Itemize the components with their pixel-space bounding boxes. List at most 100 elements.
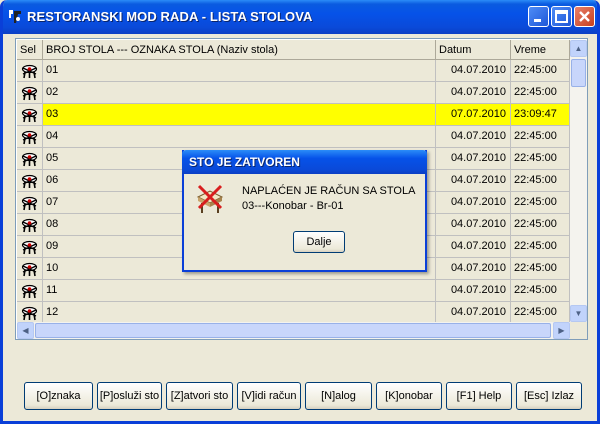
- zatvori-sto-button[interactable]: [Z]atvori sto: [166, 382, 233, 410]
- row-select-cell[interactable]: [17, 126, 43, 148]
- time-cell: 22:45:00: [511, 148, 570, 170]
- table-name-cell: 02: [43, 82, 436, 104]
- row-select-cell[interactable]: [17, 82, 43, 104]
- table-setting-icon: [21, 152, 38, 167]
- table-setting-icon: [21, 196, 38, 211]
- table-name-cell: 03: [43, 104, 436, 126]
- time-cell: 22:45:00: [511, 126, 570, 148]
- date-cell: 04.07.2010: [436, 280, 511, 302]
- table-setting-icon: [21, 284, 38, 299]
- dialog-message-line1: NAPLAĆEN JE RAČUN SA STOLA: [242, 185, 416, 197]
- table-setting-icon: [21, 262, 38, 277]
- time-cell: 22:45:00: [511, 214, 570, 236]
- table-row[interactable]: 03 07.07.2010 23:09:47: [17, 104, 570, 126]
- date-cell: 04.07.2010: [436, 258, 511, 280]
- vidi-racun-button[interactable]: [V]idi račun: [237, 382, 301, 410]
- close-icon: [579, 11, 590, 22]
- table-row[interactable]: 01 04.07.2010 22:45:00: [17, 60, 570, 82]
- table-setting-icon: [21, 108, 38, 123]
- row-select-cell[interactable]: [17, 170, 43, 192]
- dialog-message-line2: 03---Konobar - Br-01: [242, 200, 344, 212]
- row-select-cell[interactable]: [17, 236, 43, 258]
- time-cell: 22:45:00: [511, 302, 570, 324]
- row-select-cell[interactable]: [17, 258, 43, 280]
- table-setting-icon: [21, 174, 38, 189]
- time-cell: 22:45:00: [511, 280, 570, 302]
- closed-table-icon: [196, 184, 224, 213]
- table-name-cell: 01: [43, 60, 436, 82]
- minimize-button[interactable]: [528, 6, 549, 27]
- row-select-cell[interactable]: [17, 280, 43, 302]
- help-button[interactable]: [F1] Help: [446, 382, 512, 410]
- close-button[interactable]: [574, 6, 595, 27]
- main-window: RESTORANSKI MOD RADA - LISTA STOLOVA Sel…: [0, 0, 600, 424]
- date-cell: 04.07.2010: [436, 214, 511, 236]
- scroll-right-button[interactable]: ▶: [553, 322, 570, 339]
- row-select-cell[interactable]: [17, 214, 43, 236]
- scroll-left-button[interactable]: ◀: [17, 322, 34, 339]
- horizontal-scrollbar[interactable]: ◀ ▶: [17, 322, 570, 339]
- window-title: RESTORANSKI MOD RADA - LISTA STOLOVA: [27, 9, 313, 24]
- time-cell: 22:45:00: [511, 258, 570, 280]
- vertical-scrollbar[interactable]: ▲ ▼: [570, 40, 587, 322]
- maximize-button[interactable]: [551, 6, 572, 27]
- izlaz-button[interactable]: [Esc] Izlaz: [516, 382, 582, 410]
- time-cell: 22:45:00: [511, 236, 570, 258]
- row-select-cell[interactable]: [17, 60, 43, 82]
- table-setting-icon: [21, 64, 38, 79]
- arrow-up-icon: ▲: [574, 44, 583, 53]
- table-row[interactable]: 04 04.07.2010 22:45:00: [17, 126, 570, 148]
- row-select-cell[interactable]: [17, 148, 43, 170]
- horizontal-scroll-thumb[interactable]: [35, 323, 551, 338]
- column-header-time[interactable]: Vreme: [511, 40, 570, 60]
- minimize-icon: [534, 19, 541, 22]
- date-cell: 07.07.2010: [436, 104, 511, 126]
- table-closed-dialog: STO JE ZATVOREN NAPLAĆEN JE RAČUN SA STO…: [182, 150, 427, 272]
- table-setting-icon: [21, 218, 38, 233]
- table-row[interactable]: 12 04.07.2010 22:45:00: [17, 302, 570, 324]
- date-cell: 04.07.2010: [436, 126, 511, 148]
- table-name-cell: 11: [43, 280, 436, 302]
- date-cell: 04.07.2010: [436, 148, 511, 170]
- arrow-left-icon: ◀: [22, 326, 29, 335]
- row-select-cell[interactable]: [17, 192, 43, 214]
- maximize-icon: [555, 10, 568, 23]
- column-header-date[interactable]: Datum: [436, 40, 511, 60]
- date-cell: 04.07.2010: [436, 302, 511, 324]
- nalog-button[interactable]: [N]alog: [305, 382, 372, 410]
- oznaka-button[interactable]: [O]znaka: [24, 382, 93, 410]
- date-cell: 04.07.2010: [436, 192, 511, 214]
- vertical-scroll-thumb[interactable]: [571, 59, 586, 87]
- column-header-name[interactable]: BROJ STOLA --- OZNAKA STOLA (Naziv stola…: [43, 40, 436, 60]
- table-row[interactable]: 02 04.07.2010 22:45:00: [17, 82, 570, 104]
- scroll-down-button[interactable]: ▼: [570, 305, 587, 322]
- cook-icon: [9, 10, 21, 23]
- table-setting-icon: [21, 240, 38, 255]
- table-name-cell: 12: [43, 302, 436, 324]
- konobar-button[interactable]: [K]onobar: [376, 382, 442, 410]
- dalje-button[interactable]: Dalje: [293, 231, 345, 253]
- table-name-cell: 04: [43, 126, 436, 148]
- row-select-cell[interactable]: [17, 104, 43, 126]
- table-setting-icon: [21, 130, 38, 145]
- column-header-sel[interactable]: Sel: [17, 40, 43, 60]
- scroll-corner: [570, 322, 587, 339]
- table-row[interactable]: 11 04.07.2010 22:45:00: [17, 280, 570, 302]
- time-cell: 23:09:47: [511, 104, 570, 126]
- table-setting-icon: [21, 86, 38, 101]
- arrow-right-icon: ▶: [558, 326, 565, 335]
- scroll-up-button[interactable]: ▲: [570, 40, 587, 57]
- time-cell: 22:45:00: [511, 192, 570, 214]
- posluzi-sto-button[interactable]: [P]osluži sto: [97, 382, 162, 410]
- table-setting-icon: [21, 306, 38, 321]
- date-cell: 04.07.2010: [436, 82, 511, 104]
- row-select-cell[interactable]: [17, 302, 43, 324]
- time-cell: 22:45:00: [511, 60, 570, 82]
- title-bar[interactable]: RESTORANSKI MOD RADA - LISTA STOLOVA: [3, 0, 597, 34]
- dialog-title: STO JE ZATVOREN: [189, 155, 300, 169]
- time-cell: 22:45:00: [511, 82, 570, 104]
- dialog-title-bar[interactable]: STO JE ZATVOREN: [182, 150, 427, 174]
- time-cell: 22:45:00: [511, 170, 570, 192]
- date-cell: 04.07.2010: [436, 60, 511, 82]
- date-cell: 04.07.2010: [436, 170, 511, 192]
